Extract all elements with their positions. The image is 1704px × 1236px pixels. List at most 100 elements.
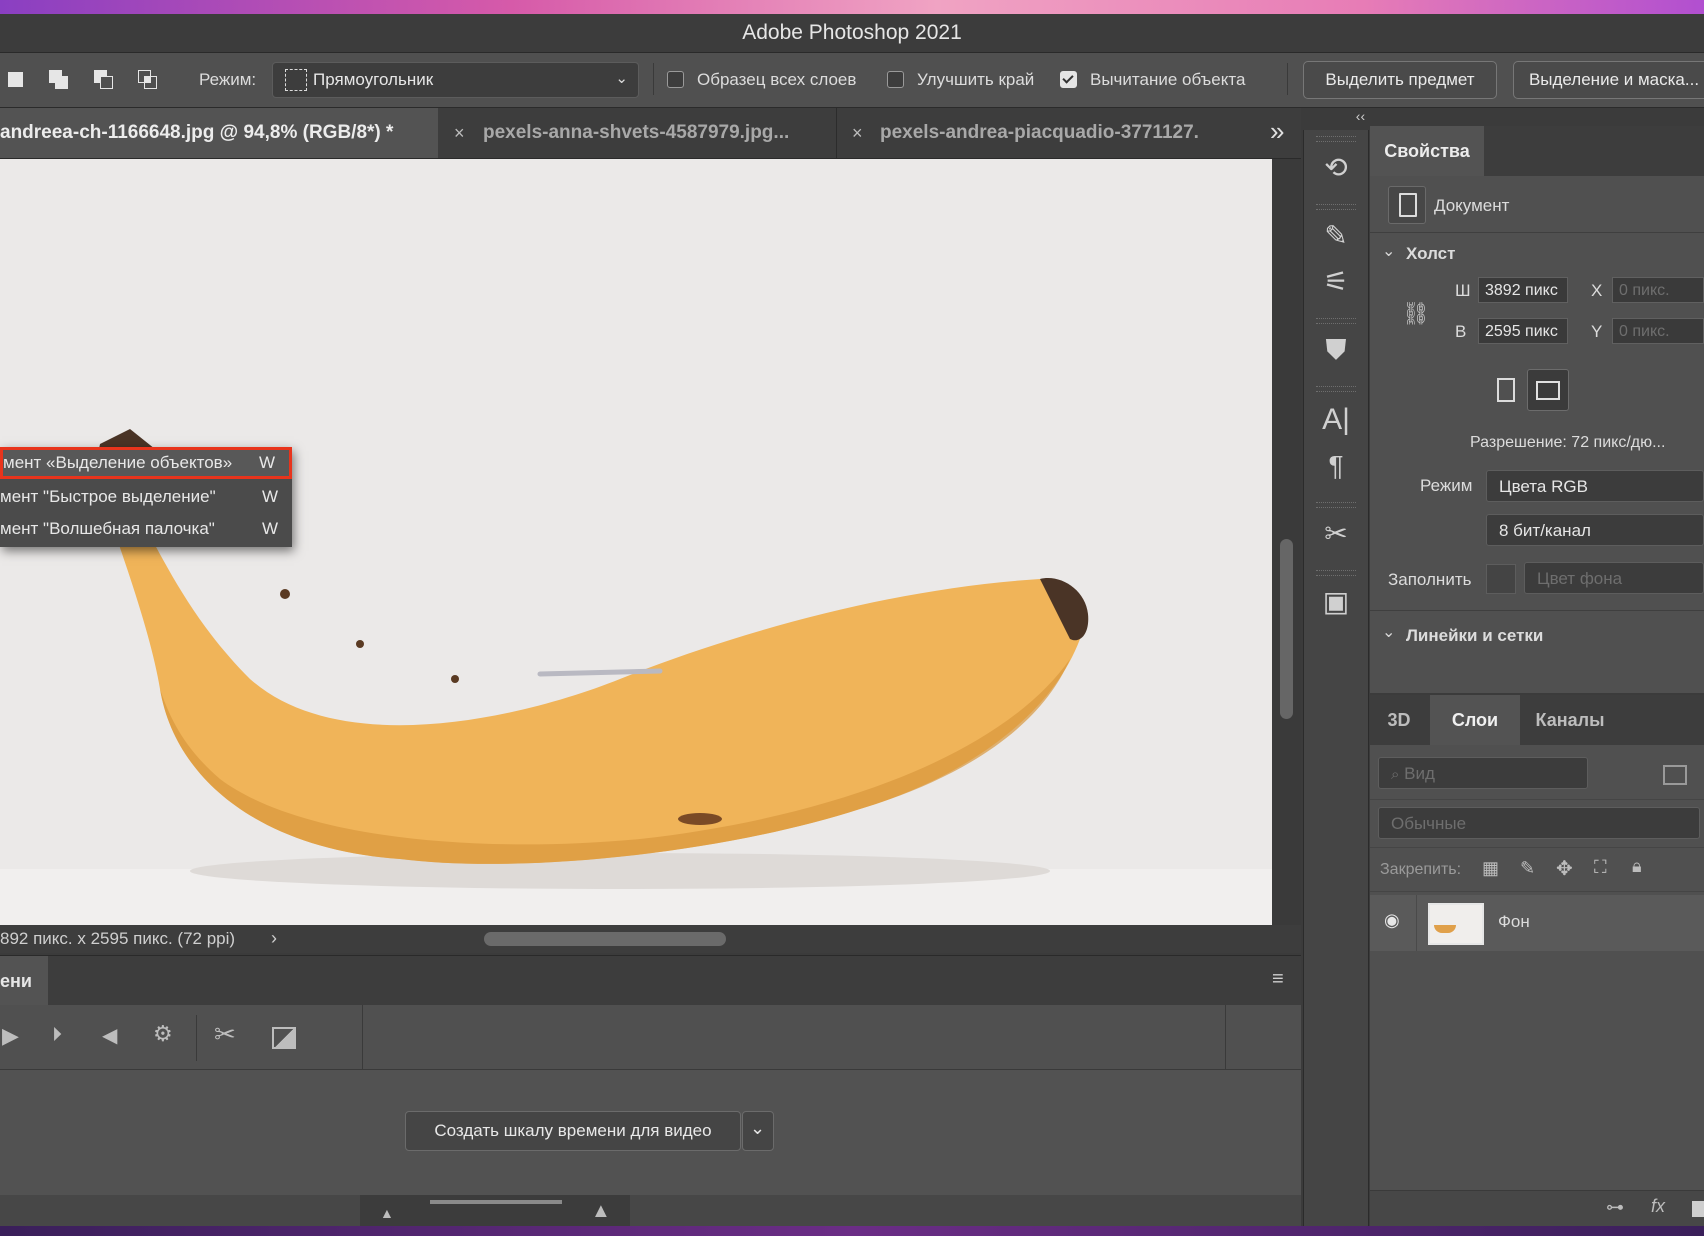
fill-color-swatch[interactable] [1486, 564, 1516, 594]
document-image[interactable]: мент «Выделение объектов» W мент "Быстро… [0, 159, 1272, 925]
color-mode-select[interactable]: Цвета RGB [1486, 470, 1704, 502]
tab-properties[interactable]: Свойства [1370, 126, 1484, 176]
x-label: X [1591, 281, 1603, 300]
tab-document[interactable]: × pexels-anna-shvets-4587979.jpg... [440, 108, 835, 158]
mode-select[interactable]: Прямоугольник ⌄ [272, 62, 639, 98]
chevron-down-icon[interactable]: ⌄ [1382, 241, 1395, 261]
lock-transparency-icon[interactable]: ▦ [1482, 858, 1499, 879]
eye-icon[interactable]: ◉ [1384, 910, 1400, 931]
horizontal-scrollbar-thumb[interactable] [484, 932, 726, 946]
grip-handle[interactable] [1316, 204, 1356, 210]
adjustments-icon[interactable]: ⚟ [1318, 264, 1354, 300]
enhance-edge-checkbox[interactable] [887, 71, 904, 88]
layer-row[interactable]: ◉ Фон [1370, 895, 1704, 951]
subtract-from-selection-icon[interactable] [93, 69, 115, 91]
collapse-panels-button[interactable]: ‹‹ [1301, 108, 1369, 130]
sample-all-layers-checkbox[interactable] [667, 71, 684, 88]
width-field[interactable]: 3892 пикс [1478, 277, 1568, 303]
portrait-orientation-icon[interactable] [1488, 372, 1522, 406]
x-field[interactable]: 0 пикс. [1612, 277, 1704, 303]
history-icon[interactable]: ⟲ [1318, 150, 1354, 186]
tab-3d[interactable]: 3D [1370, 695, 1428, 745]
menu-item-label: мент «Выделение объектов» [3, 453, 233, 472]
tab-label: Свойства [1384, 141, 1470, 161]
transition-icon[interactable] [272, 1027, 296, 1049]
tab-timeline[interactable]: ени [0, 956, 48, 1006]
chevron-down-icon[interactable]: ⌄ [1382, 622, 1395, 642]
divider [653, 63, 654, 95]
image-filter-icon[interactable] [1663, 765, 1687, 785]
select-and-mask-button[interactable]: Выделение и маска... [1513, 61, 1704, 99]
tools-icon[interactable]: ✂ [1318, 516, 1354, 552]
clone-source-icon[interactable]: ⛊ [1318, 332, 1354, 368]
fill-select[interactable]: Цвет фона [1524, 562, 1704, 594]
zoom-in-icon[interactable]: ▲ [591, 1200, 611, 1223]
more-tabs-icon[interactable]: » [1270, 116, 1284, 147]
search-icon: ⌕ [1391, 766, 1400, 783]
tab-channels[interactable]: Каналы [1522, 695, 1618, 745]
add-mask-icon[interactable] [1692, 1201, 1704, 1217]
menu-item-object-selection[interactable]: мент «Выделение объектов» W [0, 447, 292, 479]
width-label: Ш [1455, 281, 1471, 300]
menu-item-quick-selection[interactable]: мент "Быстрое выделение" W [0, 481, 292, 513]
bit-depth-value: 8 бит/канал [1499, 521, 1591, 540]
layer-filter-select[interactable]: ⌕ Вид [1378, 757, 1588, 789]
lock-position-icon[interactable]: ✥ [1556, 856, 1573, 881]
document-icon [1388, 186, 1426, 224]
grip-handle[interactable] [1316, 570, 1356, 576]
tab-document[interactable]: × pexels-andrea-piacquadio-3771127. [838, 108, 1234, 158]
object-subtract-checkbox[interactable] [1060, 71, 1077, 88]
zoom-slider[interactable] [430, 1200, 562, 1204]
tab-layers[interactable]: Слои [1430, 695, 1520, 745]
add-to-selection-icon[interactable] [48, 69, 70, 91]
link-layers-icon[interactable]: ⊶ [1606, 1197, 1624, 1218]
tab-label: ени [0, 971, 32, 991]
character-icon[interactable]: A| [1318, 402, 1354, 438]
new-selection-icon[interactable] [5, 69, 27, 91]
audio-icon[interactable]: ◀ [102, 1023, 117, 1048]
close-icon[interactable]: × [852, 108, 863, 158]
brush-settings-icon[interactable]: ✎ [1318, 218, 1354, 254]
status-bar: 892 пикс. x 2595 пикс. (72 ppi) › [0, 925, 1301, 953]
filter-placeholder: Вид [1404, 764, 1435, 783]
desktop-wallpaper-strip [0, 0, 1704, 14]
intersect-selection-icon[interactable] [137, 69, 159, 91]
height-field[interactable]: 2595 пикс [1478, 318, 1568, 344]
step-forward-icon[interactable]: ⏵ [52, 1024, 62, 1047]
glyphs-icon[interactable]: ▣ [1318, 584, 1354, 620]
grip-handle[interactable] [1316, 386, 1356, 392]
menu-item-shortcut: W [261, 519, 278, 538]
link-icon[interactable]: ⛓ [1402, 301, 1430, 327]
zoom-out-icon[interactable]: ▲ [380, 1205, 394, 1221]
lock-artboard-icon[interactable]: ⛶ [1594, 857, 1607, 878]
lock-pixels-icon[interactable]: ✎ [1520, 858, 1535, 879]
chevron-right-icon[interactable]: › [271, 928, 277, 949]
collapsed-panels-strip: ⟲ ✎ ⚟ ⛊ A| ¶ ✂ ▣ [1303, 130, 1369, 1226]
y-field[interactable]: 0 пикс. [1612, 318, 1704, 344]
divider [1416, 895, 1417, 951]
gear-icon[interactable]: ⚙ [153, 1021, 173, 1047]
create-video-timeline-button[interactable]: Создать шкалу времени для видео [405, 1111, 741, 1151]
lock-all-icon[interactable]: 🔒︎ [1632, 856, 1642, 877]
close-icon[interactable]: × [454, 108, 465, 158]
panel-menu-icon[interactable]: ≡ [1272, 968, 1284, 991]
grip-handle[interactable] [1316, 318, 1356, 324]
grip-handle[interactable] [1316, 136, 1356, 142]
vertical-scrollbar[interactable] [1272, 159, 1301, 925]
scrollbar-thumb[interactable] [1280, 539, 1293, 719]
menu-item-magic-wand[interactable]: мент "Волшебная палочка" W [0, 513, 292, 545]
tab-document-active[interactable]: andreea-ch-1166648.jpg @ 94,8% (RGB/8*) … [0, 108, 438, 158]
tab-label: andreea-ch-1166648.jpg @ 94,8% (RGB/8*) … [0, 122, 394, 143]
timeline-type-dropdown[interactable]: ⌄ [742, 1111, 774, 1151]
scissors-icon[interactable]: ✂ [214, 1019, 236, 1050]
divider [1370, 891, 1704, 892]
paragraph-icon[interactable]: ¶ [1318, 448, 1354, 484]
play-icon[interactable]: ▶ [2, 1023, 19, 1049]
bit-depth-select[interactable]: 8 бит/канал [1486, 514, 1704, 546]
grip-handle[interactable] [1316, 502, 1356, 508]
blend-mode-select[interactable]: Обычные [1378, 807, 1700, 839]
layer-name: Фон [1498, 912, 1530, 931]
landscape-orientation-icon[interactable] [1527, 369, 1569, 411]
select-subject-button[interactable]: Выделить предмет [1303, 61, 1497, 99]
fx-icon[interactable]: fx [1651, 1196, 1665, 1217]
